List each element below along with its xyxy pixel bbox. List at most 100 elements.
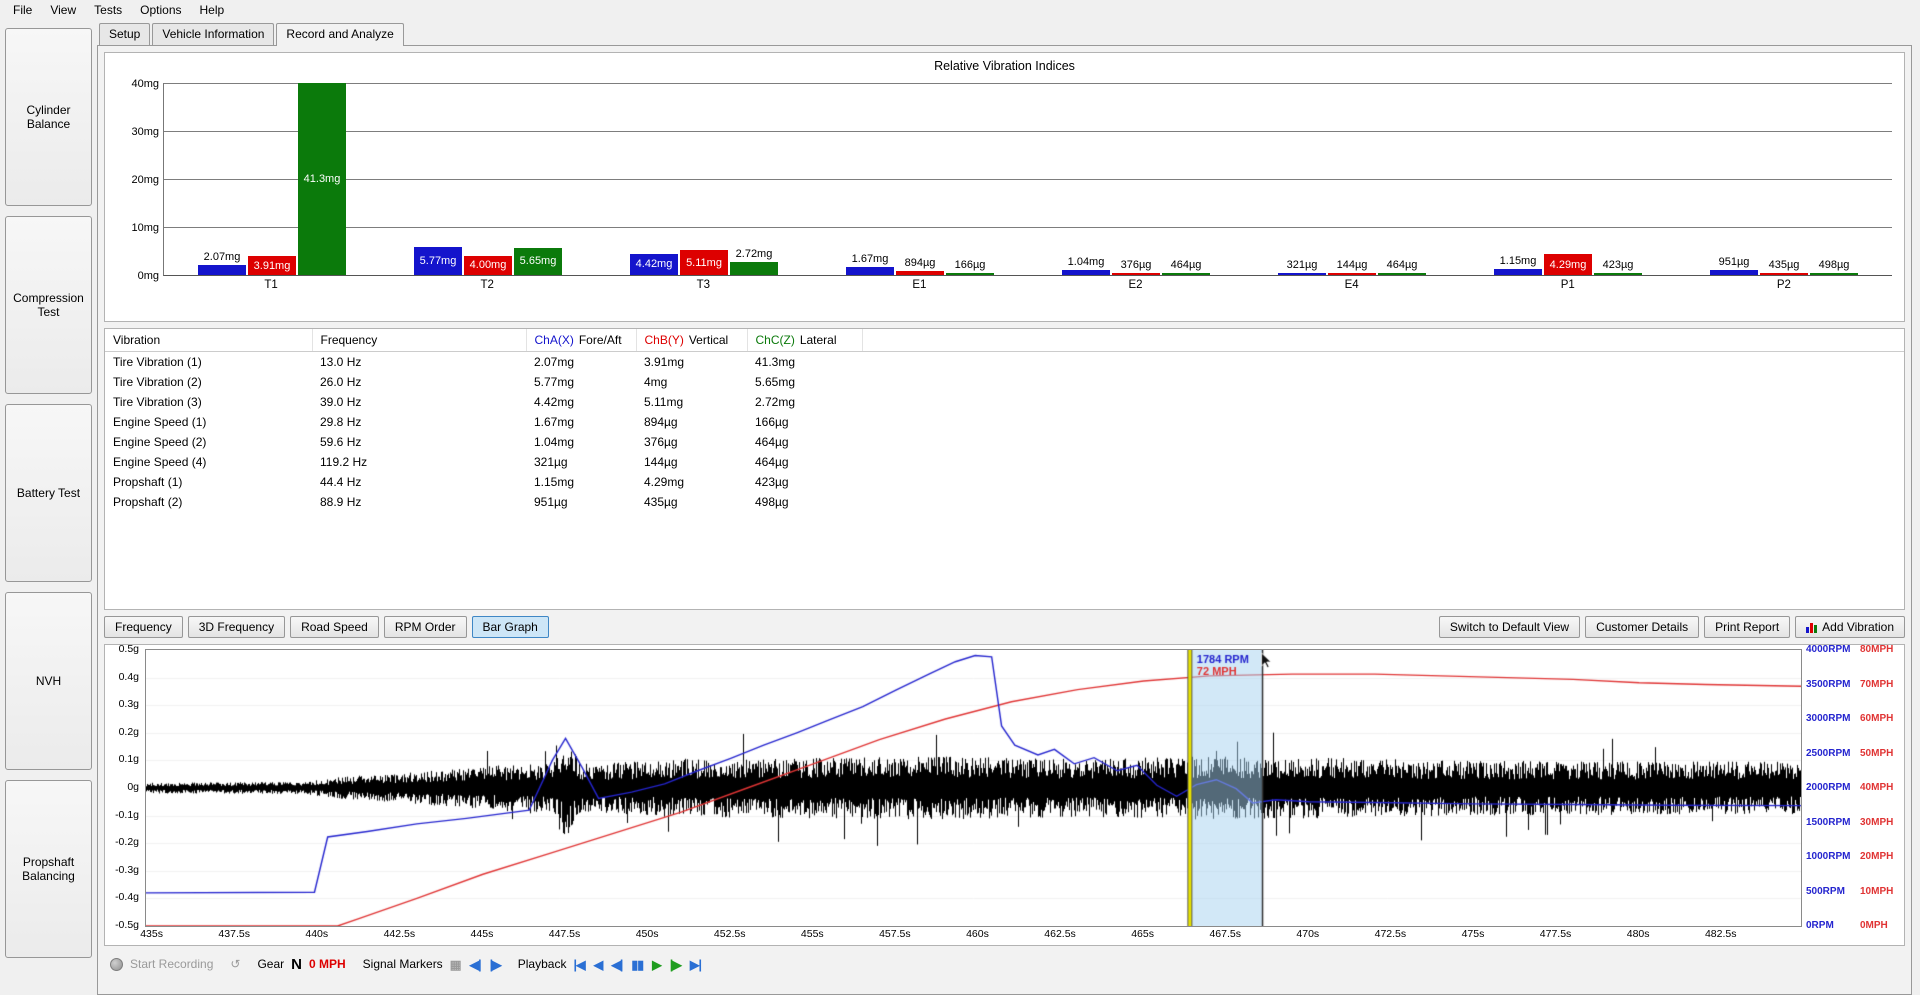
transport-bar: Start Recording ↺ Gear N 0 MPH Signal Ma…	[104, 952, 1905, 976]
bar-t1-z: 41.3mg	[298, 83, 346, 275]
table-row[interactable]: Tire Vibration (3)39.0 Hz4.42mg5.11mg2.7…	[105, 392, 1904, 412]
right-axis-tick: 3000RPM60MPH	[1806, 713, 1893, 724]
app-window: Cylinder Balance Compression Test Battery …	[0, 19, 1920, 995]
start-recording-button[interactable]: Start Recording	[130, 957, 213, 971]
table-cell: 376µg	[636, 432, 747, 452]
x-axis-tick: 480s	[1627, 928, 1650, 940]
bar-group-t2: 5.77mg4.00mg5.65mg	[380, 83, 596, 275]
marker-grid-button[interactable]: ▦	[450, 957, 461, 972]
column-header-chc[interactable]: ChC(Z)Lateral	[747, 329, 862, 352]
menu-item-help[interactable]: Help	[191, 1, 234, 19]
step-forward-button[interactable]: |▶	[670, 957, 681, 972]
bar-chart-group-area: 2.07mg3.91mg41.3mg5.77mg4.00mg5.65mg4.42…	[164, 83, 1892, 275]
previous-marker-button[interactable]: ◀|	[470, 957, 481, 972]
view-button-3d-frequency[interactable]: 3D Frequency	[188, 616, 285, 638]
table-cell: 13.0 Hz	[312, 352, 526, 373]
column-header-frequency[interactable]: Frequency	[312, 329, 526, 352]
menu-item-tests[interactable]: Tests	[85, 1, 131, 19]
bar-chart-group-labels: T1T2T3E1E2E4P1P2	[163, 279, 1892, 291]
right-axis-tick: 500RPM10MPH	[1806, 886, 1893, 897]
bar-value-label: 144µg	[1337, 259, 1368, 271]
bar-t3-y: 5.11mg	[680, 250, 728, 275]
step-back-button[interactable]: ◀|	[611, 957, 622, 972]
bar-p2-y: 435µg	[1760, 273, 1808, 275]
pause-button[interactable]: ▮▮	[631, 957, 643, 972]
next-marker-button[interactable]: |▶	[490, 957, 501, 972]
table-row[interactable]: Engine Speed (4)119.2 Hz321µg144µg464µg	[105, 452, 1904, 472]
right-axis-tick: 2500RPM50MPH	[1806, 748, 1893, 759]
sidebar-item-nvh[interactable]: NVH	[5, 592, 92, 770]
bar-value-label: 3.91mg	[254, 260, 291, 272]
vibration-table-body: Tire Vibration (1)13.0 Hz2.07mg3.91mg41.…	[105, 352, 1904, 513]
sidebar-item-cylinder-balance[interactable]: Cylinder Balance	[5, 28, 92, 206]
menu-item-file[interactable]: File	[4, 1, 41, 19]
table-row[interactable]: Engine Speed (2)59.6 Hz1.04mg376µg464µg	[105, 432, 1904, 452]
table-cell: 2.07mg	[526, 352, 636, 373]
table-cell: 951µg	[526, 492, 636, 512]
action-button-customer-details[interactable]: Customer Details	[1585, 616, 1699, 638]
table-cell	[862, 392, 1904, 412]
play-button[interactable]: ▶	[652, 957, 661, 972]
rpm-tick: 3000RPM	[1806, 713, 1860, 724]
bar-value-label: 894µg	[905, 257, 936, 269]
table-cell: 59.6 Hz	[312, 432, 526, 452]
table-cell: 423µg	[747, 472, 862, 492]
skip-to-start-button[interactable]: |◀	[573, 957, 584, 972]
bar-e4-x: 321µg	[1278, 273, 1326, 275]
g-axis-tick: 0.1g	[105, 753, 139, 765]
view-button-rpm-order[interactable]: RPM Order	[384, 616, 467, 638]
table-cell: Engine Speed (4)	[105, 452, 312, 472]
bar-group-bars: 1.67mg894µg166µg	[846, 267, 994, 275]
table-row[interactable]: Tire Vibration (2)26.0 Hz5.77mg4mg5.65mg	[105, 372, 1904, 392]
sidebar-item-battery-test[interactable]: Battery Test	[5, 404, 92, 582]
bar-e1-z: 166µg	[946, 273, 994, 275]
tab-vehicle-information[interactable]: Vehicle Information	[152, 23, 274, 45]
mph-tick: 0MPH	[1860, 920, 1888, 931]
view-button-road-speed[interactable]: Road Speed	[290, 616, 379, 638]
action-button-add-vibration[interactable]: Add Vibration	[1795, 616, 1905, 638]
bar-chart-y-tick: 30mg	[131, 126, 159, 138]
tab-setup[interactable]: Setup	[99, 23, 150, 45]
column-header-cha[interactable]: ChA(X)Fore/Aft	[526, 329, 636, 352]
cha-series-label: ChA(X)	[535, 333, 574, 347]
sidebar-item-compression-test[interactable]: Compression Test	[5, 216, 92, 394]
table-row[interactable]: Propshaft (2)88.9 Hz951µg435µg498µg	[105, 492, 1904, 512]
right-axis-tick: 0RPM0MPH	[1806, 920, 1888, 931]
table-row[interactable]: Engine Speed (1)29.8 Hz1.67mg894µg166µg	[105, 412, 1904, 432]
menu-item-options[interactable]: Options	[131, 1, 190, 19]
table-row[interactable]: Propshaft (1)44.4 Hz1.15mg4.29mg423µg	[105, 472, 1904, 492]
table-cell: 29.8 Hz	[312, 412, 526, 432]
chb-series-label: ChB(Y)	[645, 333, 684, 347]
table-cell: 26.0 Hz	[312, 372, 526, 392]
x-axis-tick: 447.5s	[549, 928, 581, 940]
reset-icon[interactable]: ↺	[230, 957, 240, 971]
rewind-button[interactable]: ◀	[594, 957, 603, 972]
action-button-switch-to-default-view[interactable]: Switch to Default View	[1439, 616, 1580, 638]
vibration-table: Vibration Frequency ChA(X)Fore/Aft ChB(Y…	[105, 329, 1904, 512]
gear-value: N	[291, 956, 302, 973]
table-cell: 435µg	[636, 492, 747, 512]
bar-value-label: 2.72mg	[736, 248, 773, 260]
menu-item-view[interactable]: View	[41, 1, 85, 19]
tab-record-and-analyze[interactable]: Record and Analyze	[276, 23, 403, 46]
column-header-chb[interactable]: ChB(Y) Vertical	[636, 329, 747, 352]
table-cell: 464µg	[747, 432, 862, 452]
column-header-vibration[interactable]: Vibration	[105, 329, 312, 352]
skip-to-end-button[interactable]: ▶|	[690, 957, 701, 972]
mph-tick: 60MPH	[1860, 713, 1893, 724]
bar-e4-y: 144µg	[1328, 273, 1376, 275]
bar-t3-z: 2.72mg	[730, 262, 778, 275]
view-button-frequency[interactable]: Frequency	[104, 616, 183, 638]
bar-value-label: 435µg	[1769, 259, 1800, 271]
sidebar-item-propshaft-balancing[interactable]: Propshaft Balancing	[5, 780, 92, 958]
view-button-bar-graph[interactable]: Bar Graph	[472, 616, 549, 638]
g-axis-tick: 0.2g	[105, 726, 139, 738]
bar-chart-y-tick: 40mg	[131, 78, 159, 90]
waveform-canvas[interactable]	[145, 649, 1802, 927]
chb-axis-label: Vertical	[689, 333, 728, 347]
action-button-print-report[interactable]: Print Report	[1704, 616, 1790, 638]
chc-series-label: ChC(Z)	[756, 333, 795, 347]
table-cell: 321µg	[526, 452, 636, 472]
table-row[interactable]: Tire Vibration (1)13.0 Hz2.07mg3.91mg41.…	[105, 352, 1904, 373]
table-cell: 5.77mg	[526, 372, 636, 392]
